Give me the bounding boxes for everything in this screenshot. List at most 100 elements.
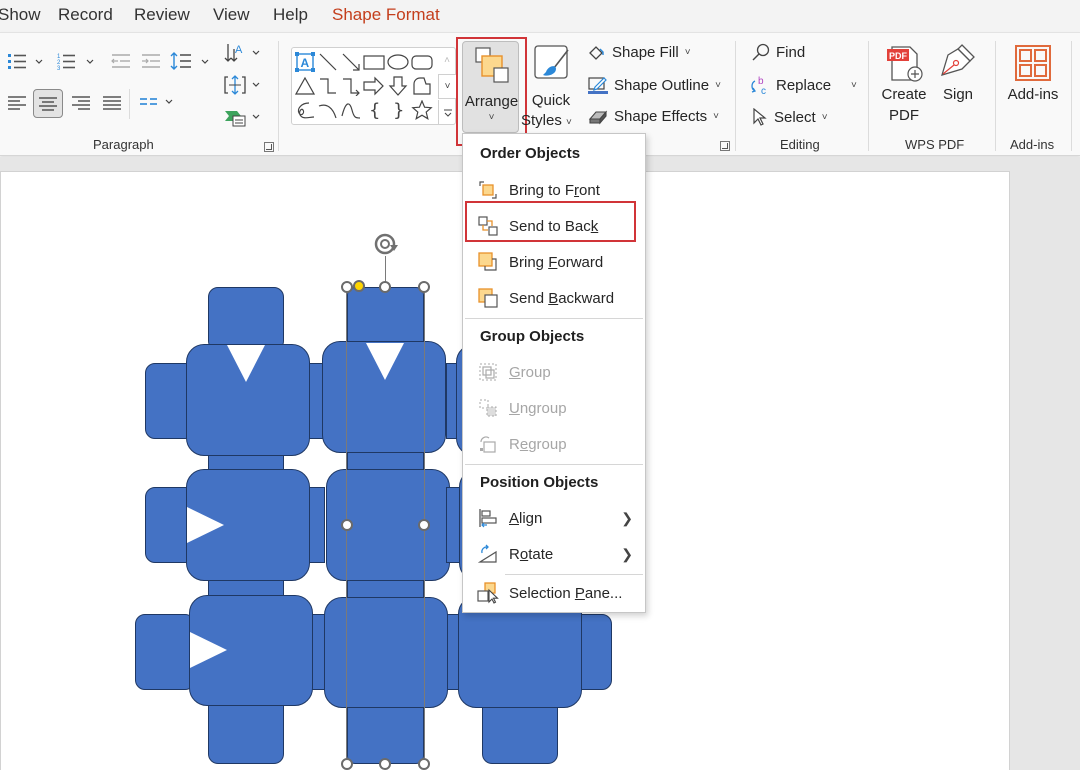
resize-handle-top[interactable] (379, 281, 391, 293)
align-right-button[interactable] (66, 91, 96, 115)
down-arrow-shape[interactable] (387, 75, 409, 97)
justify-button[interactable] (97, 91, 127, 115)
star-shape[interactable] (411, 99, 433, 121)
arc-icon (318, 104, 337, 119)
align-left-button[interactable] (2, 91, 32, 115)
group-item[interactable]: Group (463, 356, 645, 388)
resize-handle-right[interactable] (418, 519, 430, 531)
shape-styles-dialog-launcher[interactable] (720, 141, 730, 151)
convert-to-smartart-button[interactable] (222, 103, 264, 131)
shape-fill-button[interactable]: Shape Fill ˅ (588, 44, 691, 61)
bullets-icon (8, 54, 43, 69)
resize-handle-bottom-right[interactable] (418, 758, 430, 770)
columns-button[interactable] (134, 91, 178, 115)
right-brace-shape[interactable]: } (387, 99, 409, 121)
cube-face[interactable] (482, 700, 558, 764)
decrease-indent-button[interactable] (106, 49, 136, 73)
right-arrow-icon (363, 76, 384, 96)
numbering-button[interactable]: 1 2 3 (52, 49, 96, 73)
ungroup-item[interactable]: Ungroup (463, 392, 645, 424)
curve-shape[interactable] (340, 99, 362, 121)
gallery-more-button[interactable] (438, 100, 456, 125)
align-item[interactable]: Align ❯ (463, 502, 645, 534)
elbow-connector-shape[interactable] (317, 75, 339, 97)
line-shape[interactable] (317, 51, 339, 73)
line-spacing-button[interactable] (168, 49, 212, 73)
text-direction-button[interactable]: A (222, 39, 264, 67)
cube-face[interactable] (208, 287, 284, 351)
cube-face[interactable] (135, 614, 195, 690)
replace-button[interactable]: bc Replace ˅ (750, 75, 857, 95)
right-brace-icon: } (393, 100, 404, 120)
freeform-shape[interactable] (294, 99, 316, 121)
send-backward-item[interactable]: Send Backward (463, 282, 645, 314)
tab-review[interactable]: Review (134, 5, 190, 25)
triangle-marker (366, 343, 404, 380)
quick-styles-label-2: Styles ˅ (521, 112, 572, 129)
align-center-button[interactable] (33, 89, 63, 118)
divider (129, 89, 130, 119)
text-box-icon: A (295, 52, 315, 72)
shape-effects-button[interactable]: Shape Effects ˅ (588, 108, 719, 125)
left-brace-icon: { (369, 100, 380, 120)
oval-shape[interactable] (387, 51, 409, 73)
create-pdf-button[interactable]: PDF Create PDF (878, 41, 930, 131)
resize-handle-bottom[interactable] (379, 758, 391, 770)
add-ins-label: Add-ins (1007, 86, 1059, 103)
sign-button[interactable]: Sign (936, 41, 980, 131)
cube-face[interactable] (208, 700, 284, 764)
cube-face[interactable] (324, 597, 448, 708)
triangle-marker (190, 632, 227, 668)
arrow-line-icon (342, 53, 360, 71)
regroup-item[interactable]: Regroup (463, 428, 645, 460)
rectangle-shape[interactable] (363, 51, 385, 73)
create-pdf-label-2: PDF (889, 107, 919, 124)
text-box-shape[interactable]: A (294, 51, 316, 73)
paragraph-group-label: Paragraph (93, 137, 154, 152)
align-right-icon (72, 96, 90, 110)
tab-shape-format[interactable]: Shape Format (332, 5, 440, 25)
quick-styles-button[interactable]: Quick Styles ˅ (521, 41, 575, 133)
rounded-rectangle-shape[interactable] (411, 51, 433, 73)
increase-indent-icon (142, 54, 160, 68)
elbow-arrow-connector-shape[interactable] (340, 75, 362, 97)
tab-slide-show[interactable]: Show (0, 5, 41, 25)
paragraph-dialog-launcher[interactable] (264, 142, 274, 152)
tab-record[interactable]: Record (58, 5, 113, 25)
resize-handle-bottom-left[interactable] (341, 758, 353, 770)
add-ins-button[interactable]: Add-ins (1004, 41, 1062, 131)
replace-icon: bc (751, 76, 766, 95)
adjustment-handle[interactable] (353, 280, 365, 292)
add-ins-group-label: Add-ins (1010, 137, 1055, 152)
flowchart-shape[interactable] (411, 75, 433, 97)
gallery-scroll-up[interactable]: ˄ (438, 48, 456, 73)
tab-view[interactable]: View (213, 5, 250, 25)
left-brace-shape[interactable]: { (363, 99, 385, 121)
rotate-handle-icon[interactable] (371, 231, 401, 259)
rectangle-icon (363, 55, 385, 70)
tab-help[interactable]: Help (273, 5, 308, 25)
resize-handle-left[interactable] (341, 519, 353, 531)
bullets-button[interactable] (2, 49, 46, 73)
align-icon (479, 509, 497, 528)
more-icon (443, 109, 452, 117)
bring-forward-item[interactable]: Bring Forward (463, 246, 645, 278)
resize-handle-top-left[interactable] (341, 281, 353, 293)
triangle-shape[interactable] (294, 75, 316, 97)
selection-pane-item[interactable]: Selection Pane... (463, 577, 645, 609)
find-button[interactable]: Find (752, 43, 805, 61)
align-text-button[interactable] (222, 71, 264, 99)
resize-handle-top-right[interactable] (418, 281, 430, 293)
quick-styles-label: Quick (531, 92, 571, 109)
gallery-scroll-down[interactable]: ˅ (438, 74, 456, 99)
rotate-item[interactable]: Rotate ❯ (463, 538, 645, 570)
menu-separator (465, 318, 643, 319)
create-pdf-icon: PDF (887, 46, 923, 82)
rotate-icon (478, 544, 497, 563)
arc-shape[interactable] (317, 99, 339, 121)
shape-outline-button[interactable]: Shape Outline ˅ (588, 76, 721, 94)
right-arrow-shape[interactable] (363, 75, 385, 97)
arrow-line-shape[interactable] (340, 51, 362, 73)
increase-indent-button[interactable] (136, 49, 166, 73)
select-button[interactable]: Select ˅ (752, 108, 828, 126)
